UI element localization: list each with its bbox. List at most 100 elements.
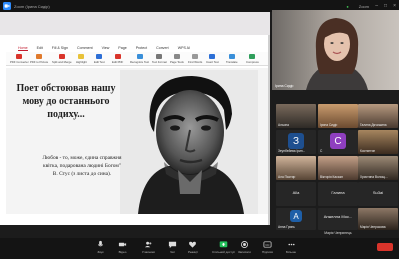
menu-protect[interactable]: Protect xyxy=(136,46,147,51)
presentation-slide: Поет обстоював нашу мову до останнього п… xyxy=(6,68,268,214)
participant-name-center: Alla xyxy=(292,190,300,195)
participant-tile[interactable]: A Анна Гринь xyxy=(276,208,316,230)
participant-tile[interactable]: Su3ai xyxy=(358,182,398,206)
zoom-logo-icon xyxy=(3,2,11,10)
tool-page-tools[interactable]: Page Tools xyxy=(170,54,184,64)
video-button[interactable]: Відео xyxy=(118,240,127,254)
menu-comment[interactable]: Comment xyxy=(77,46,93,51)
audio-button[interactable]: Звук xyxy=(96,240,105,254)
participant-name: Марія Чепрасова xyxy=(360,225,386,229)
captions-icon: CC xyxy=(263,241,272,248)
participant-tile[interactable]: Ала Пастир xyxy=(276,156,316,180)
participant-name: Христина Волощ... xyxy=(360,175,388,179)
tool-pdf-converter[interactable]: PDF Converter xyxy=(10,54,29,64)
end-meeting-button[interactable] xyxy=(377,243,393,251)
people-icon xyxy=(144,241,152,248)
menu-home[interactable]: Home xyxy=(18,46,28,51)
share-screen-icon xyxy=(219,241,228,248)
participant-tile[interactable]: C C xyxy=(318,130,358,154)
participant-tile[interactable]: Ірина Сидір xyxy=(318,104,358,128)
participants-button[interactable]: Учасники xyxy=(142,240,155,254)
find-icon xyxy=(192,54,199,59)
share-screen-button[interactable]: Спільний доступ xyxy=(212,240,235,254)
speaker-name: Ірина Сидір xyxy=(275,84,294,88)
tool-insert-text[interactable]: Insert Text xyxy=(206,54,219,64)
captions-button[interactable]: CC Підписи xyxy=(262,240,273,254)
tool-highlight[interactable]: Highlight xyxy=(76,54,87,64)
participant-tile[interactable]: Галина Дячишина xyxy=(358,104,398,128)
participant-name: Ірина Сидір xyxy=(320,123,338,127)
picture-icon xyxy=(36,54,43,59)
meeting-toolbar: Звук Відео Учасники Чат Реакції Спільний… xyxy=(0,238,399,259)
participant-name-center: Галина xyxy=(331,190,345,195)
participant-tile[interactable]: Alla xyxy=(276,182,316,206)
format-icon xyxy=(156,54,163,59)
menu-wps-ai[interactable]: WPS AI xyxy=(178,46,190,51)
pdf-ribbon: PDF Converter PDF to Picture Split and M… xyxy=(6,52,268,66)
participant-name: C xyxy=(320,149,323,153)
participant-tile[interactable]: З Зеунбейева Ірин... xyxy=(276,130,316,154)
participant-tile[interactable]: Анжелла Мос... xyxy=(318,208,358,230)
share-header xyxy=(0,12,270,35)
participant-tile[interactable]: Христина Волощ... xyxy=(358,156,398,180)
poem-line: подиху... xyxy=(47,109,85,120)
menu-view[interactable]: View xyxy=(102,46,110,51)
tool-text-format[interactable]: Text Format xyxy=(152,54,167,64)
ocr-icon xyxy=(136,54,143,59)
participant-tile[interactable]: Вікторія Касьян xyxy=(318,156,358,180)
tool-recognize-text[interactable]: Recognize Text xyxy=(130,54,149,64)
pdf-icon xyxy=(16,54,23,59)
close-button[interactable]: × xyxy=(393,3,396,9)
participant-tile[interactable]: Марія Чепрасова xyxy=(358,208,398,230)
quote-line: Любов - то, може, єдина справжня xyxy=(42,155,122,161)
participant-name: Ала Пастир xyxy=(278,175,296,179)
chat-icon xyxy=(168,241,177,249)
participant-name: Костянтин xyxy=(360,149,376,153)
share-scrollbar[interactable] xyxy=(268,35,270,225)
avatar: C xyxy=(330,133,346,149)
maximize-button[interactable]: □ xyxy=(384,3,387,9)
participant-tile[interactable]: Альона xyxy=(276,104,316,128)
participant-name: Зеунбейева Ірин... xyxy=(278,149,306,153)
translate-icon xyxy=(228,54,235,59)
participant-tile[interactable]: Костянтин xyxy=(358,130,398,154)
tool-compress[interactable]: Compress xyxy=(246,54,259,64)
speaker-video[interactable]: Ірина Сидір xyxy=(272,10,399,90)
heart-icon xyxy=(189,241,197,248)
tool-edit-pdf[interactable]: Edit PDF xyxy=(112,54,123,64)
speaker-figure xyxy=(306,18,368,90)
more-icon xyxy=(287,243,295,246)
record-button[interactable]: Записати xyxy=(238,240,251,254)
poem-line: мову до останнього xyxy=(22,96,110,107)
quote-line: квітка, подарована людині Богом" xyxy=(43,163,121,169)
split-icon xyxy=(58,54,65,59)
menu-fill-sign[interactable]: Fill & Sign xyxy=(52,46,68,51)
participant-name: Альона xyxy=(278,123,289,127)
tool-translate[interactable]: Translate xyxy=(226,54,238,64)
participant-tile[interactable]: Галина xyxy=(318,182,358,206)
tool-find-words[interactable]: Find Words xyxy=(188,54,202,64)
avatar: A xyxy=(290,210,302,222)
more-button[interactable]: Більше xyxy=(286,240,296,254)
tool-split-merge[interactable]: Split and Merge xyxy=(52,54,72,64)
menu-edit[interactable]: Edit xyxy=(37,46,43,51)
poem-line: Поет обстоював нашу xyxy=(16,83,116,94)
participant-name: Анна Гринь xyxy=(278,225,295,229)
participant-name: Галина Дячишина xyxy=(360,123,387,127)
chat-button[interactable]: Чат xyxy=(168,240,177,254)
edit-pdf-icon xyxy=(114,54,121,59)
menu-convert[interactable]: Convert xyxy=(156,46,169,51)
page-icon xyxy=(173,54,180,59)
tool-pdf-to-picture[interactable]: PDF to Picture xyxy=(30,54,48,64)
minimize-button[interactable]: – xyxy=(375,3,378,9)
window-title: Zoom (Ірина Сидір) xyxy=(14,3,50,9)
insert-text-icon xyxy=(209,54,216,59)
tool-edit-text[interactable]: Edit Text xyxy=(94,54,105,64)
reactions-button[interactable]: Реакції xyxy=(188,240,198,254)
participant-name: Вікторія Касьян xyxy=(320,175,343,179)
avatar: З xyxy=(288,133,304,149)
slide-quote: Любов - то, може, єдина справжня квітка,… xyxy=(8,154,156,178)
participant-name-center: Su3ai xyxy=(372,190,384,195)
compress-icon xyxy=(249,54,256,59)
menu-page[interactable]: Page xyxy=(118,46,126,51)
